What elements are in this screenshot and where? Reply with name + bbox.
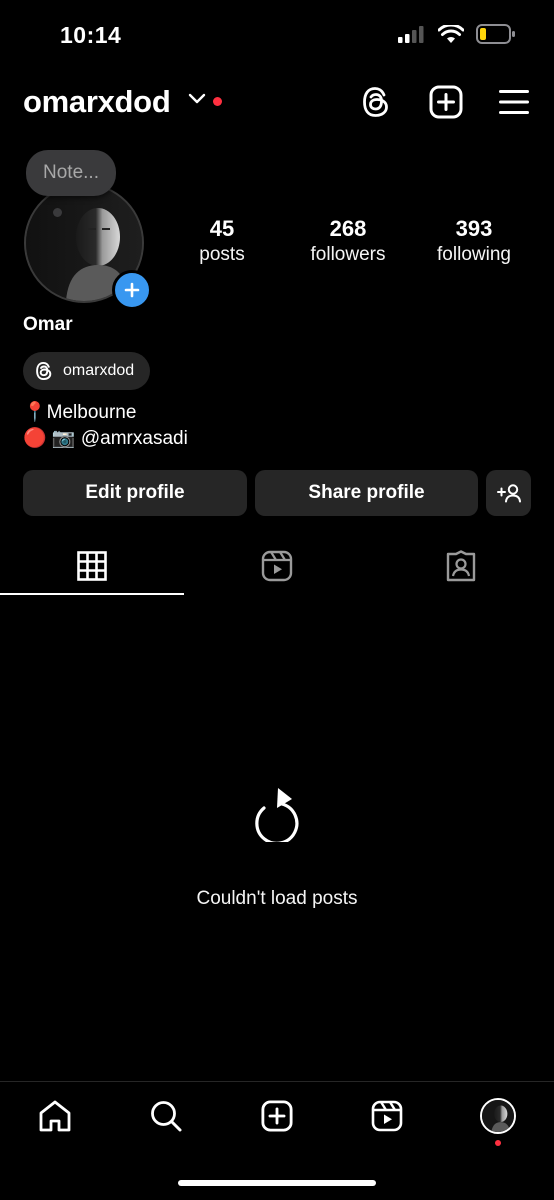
tagged-icon bbox=[446, 550, 476, 582]
nav-profile-avatar[interactable] bbox=[480, 1098, 516, 1134]
threads-icon bbox=[363, 87, 388, 117]
bottom-nav-divider bbox=[0, 1081, 554, 1082]
note-bubble[interactable]: Note... bbox=[26, 150, 116, 196]
stat-posts-label: posts bbox=[199, 244, 245, 265]
bio-location: 📍Melbourne bbox=[23, 402, 137, 423]
nav-home[interactable] bbox=[35, 1096, 75, 1136]
create-post-button[interactable] bbox=[428, 84, 464, 120]
plus-icon bbox=[124, 282, 140, 298]
bio-link-line[interactable]: 🔴 📷 @amrxasadi bbox=[23, 426, 188, 452]
reels-icon bbox=[371, 1100, 403, 1132]
profile-notification-dot bbox=[495, 1140, 501, 1146]
nav-create[interactable] bbox=[257, 1096, 297, 1136]
threads-icon bbox=[36, 361, 52, 381]
stat-following-label: following bbox=[437, 244, 511, 265]
stat-followers[interactable]: 268 followers bbox=[293, 216, 403, 268]
edit-profile-button[interactable]: Edit profile bbox=[23, 470, 247, 516]
tab-tagged[interactable] bbox=[441, 546, 481, 586]
create-post-icon bbox=[429, 85, 463, 119]
stat-posts[interactable]: 45 posts bbox=[167, 216, 277, 268]
stat-following[interactable]: 393 following bbox=[419, 216, 529, 268]
threads-badge[interactable]: omarxdod bbox=[23, 352, 151, 390]
stat-posts-value: 45 bbox=[209, 216, 235, 241]
threads-button[interactable] bbox=[358, 84, 394, 120]
profile-photo-small bbox=[482, 1100, 514, 1132]
wifi-icon bbox=[438, 24, 464, 43]
stat-followers-label: followers bbox=[310, 244, 386, 265]
notification-dot bbox=[213, 97, 222, 106]
tab-grid[interactable] bbox=[72, 546, 112, 586]
nav-reels[interactable] bbox=[367, 1096, 407, 1136]
add-person-icon bbox=[496, 484, 521, 503]
empty-state-message: Couldn't load posts bbox=[196, 888, 358, 909]
home-indicator[interactable] bbox=[178, 1180, 376, 1186]
tab-reels[interactable] bbox=[257, 546, 297, 586]
discover-people-button[interactable] bbox=[486, 470, 531, 516]
reload-button[interactable] bbox=[252, 786, 302, 847]
search-icon bbox=[151, 1101, 182, 1132]
profile-username[interactable]: omarxdod bbox=[23, 84, 171, 120]
chevron-down-icon[interactable] bbox=[188, 92, 206, 106]
display-name: Omar bbox=[23, 314, 73, 335]
note-tail bbox=[53, 208, 62, 217]
threads-handle: omarxdod bbox=[63, 362, 135, 379]
status-time: 10:14 bbox=[60, 22, 122, 48]
reload-icon bbox=[255, 788, 299, 845]
add-story-button[interactable] bbox=[112, 270, 152, 310]
active-tab-indicator bbox=[0, 593, 184, 595]
cellular-signal-icon bbox=[398, 26, 424, 43]
nav-search[interactable] bbox=[146, 1096, 186, 1136]
menu-button[interactable] bbox=[496, 84, 532, 120]
home-icon bbox=[39, 1100, 71, 1132]
stat-followers-value: 268 bbox=[329, 216, 367, 241]
create-icon bbox=[261, 1100, 293, 1132]
stat-following-value: 393 bbox=[455, 216, 493, 241]
share-profile-button[interactable]: Share profile bbox=[255, 470, 478, 516]
menu-icon bbox=[499, 90, 529, 114]
reels-icon bbox=[261, 550, 293, 582]
battery-icon bbox=[476, 24, 515, 44]
status-icons bbox=[398, 24, 516, 44]
grid-icon bbox=[77, 551, 107, 581]
